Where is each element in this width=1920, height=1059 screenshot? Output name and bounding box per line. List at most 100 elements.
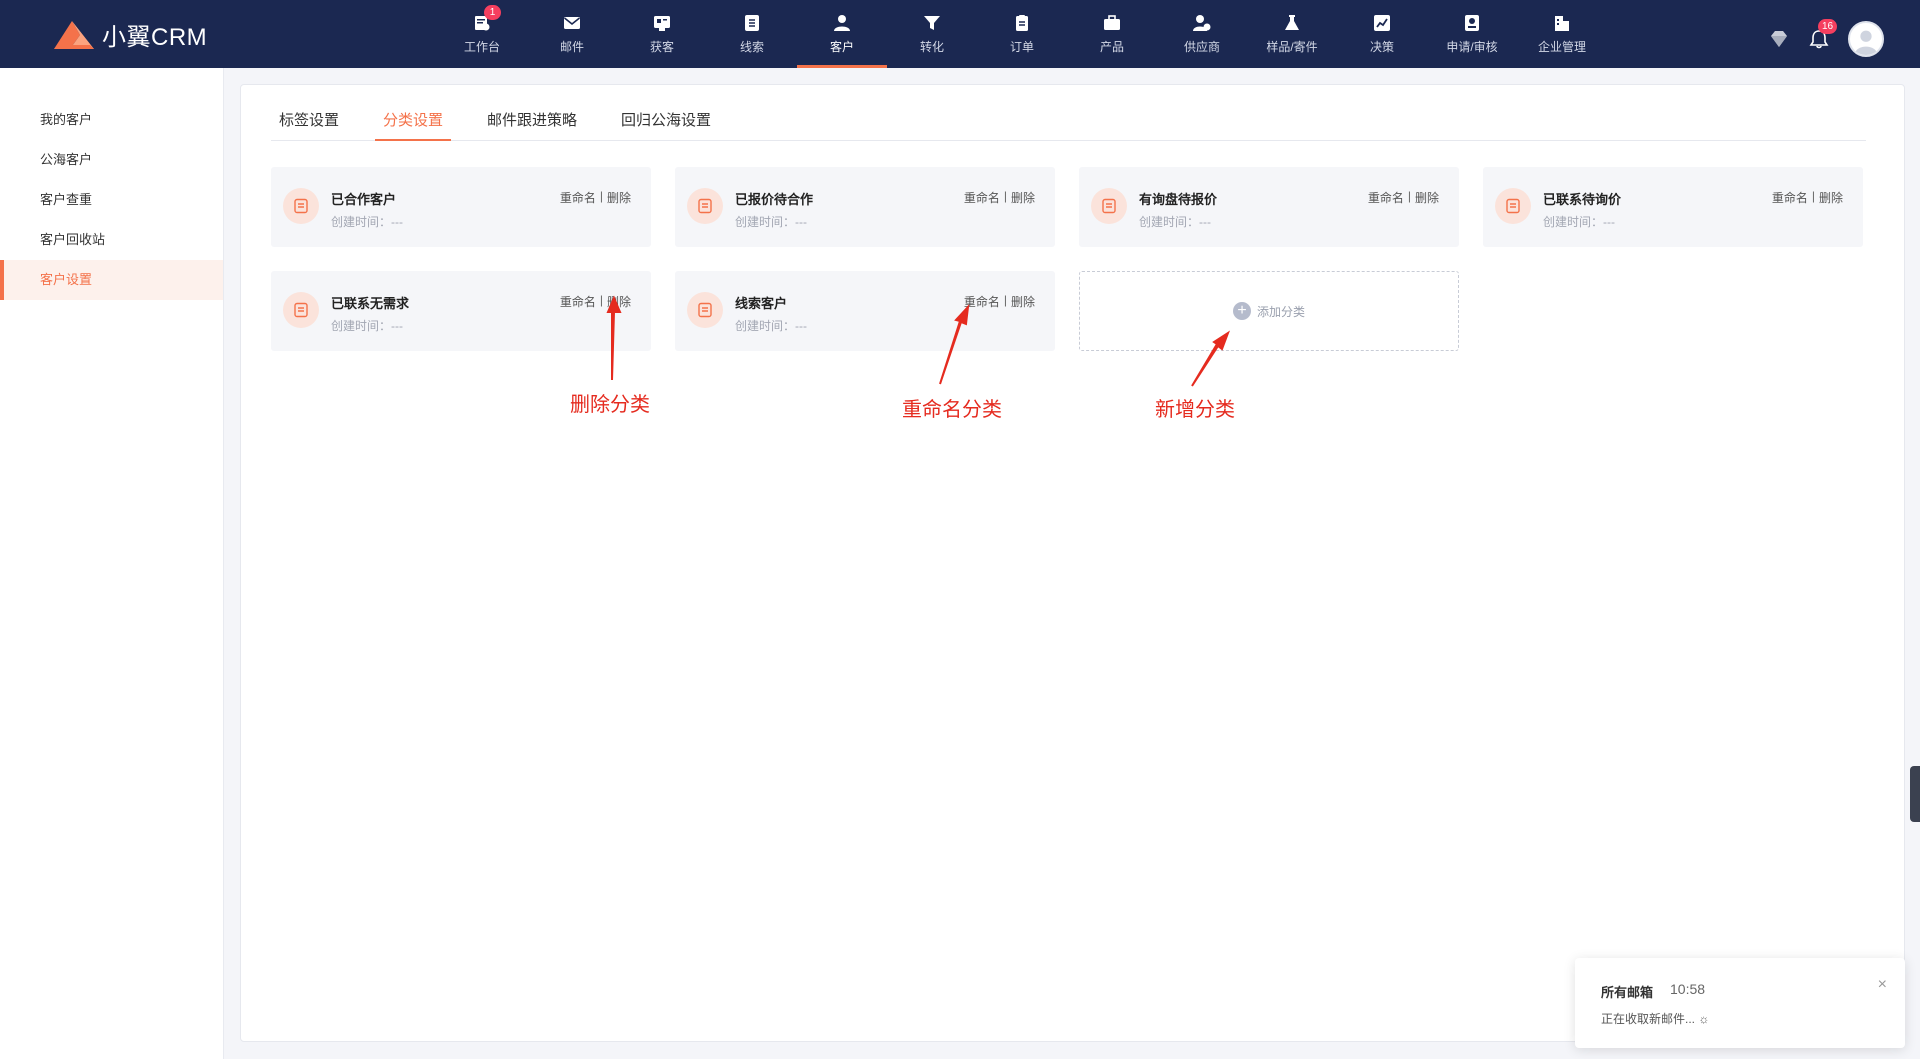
top-right-tools: 16 xyxy=(1768,19,1884,58)
delete-button[interactable]: 删除 xyxy=(607,293,631,310)
category-icon-wrap xyxy=(687,188,723,224)
rename-annotation: 重命名分类 xyxy=(902,399,1002,421)
nav-item-decisions[interactable]: 决策 xyxy=(1337,0,1427,68)
category-title: 线索客户 xyxy=(735,296,788,311)
delete-button[interactable]: 删除 xyxy=(1415,189,1439,206)
nav-item-customers[interactable]: 客户 xyxy=(797,0,887,68)
category-card: 已报价待合作 创建时间：--- 重命名 | 删除 xyxy=(675,167,1055,247)
nav-item-conversion[interactable]: 转化 xyxy=(887,0,977,68)
logo-icon xyxy=(54,21,94,49)
sidebar-item-customer-settings[interactable]: 客户设置 xyxy=(0,260,223,300)
nav-label: 样品/寄件 xyxy=(1266,40,1318,54)
top-navbar: 小翼CRM 1 工作台 邮件 获客 线索 客户 转化 订单 产品 供应商 样品/… xyxy=(0,0,1920,68)
nav-label: 获客 xyxy=(649,40,674,54)
nav-item-workbench[interactable]: 1 工作台 xyxy=(437,0,527,68)
rename-button[interactable]: 重命名 xyxy=(560,293,596,310)
logo-text: 小翼CRM xyxy=(102,23,208,51)
sidebar-item-public-customers[interactable]: 公海客户 xyxy=(0,140,223,180)
action-separator: | xyxy=(599,189,603,203)
document-icon xyxy=(1506,198,1520,214)
category-card: 已联系待询价 创建时间：--- 重命名 | 删除 xyxy=(1483,167,1863,247)
mail-sync-toast: 所有邮箱 10:58 正在收取新邮件... ☼ × xyxy=(1575,958,1905,1048)
sidebar-item-my-customers[interactable]: 我的客户 xyxy=(0,100,223,140)
notification-badge: 16 xyxy=(1818,19,1838,34)
nav-item-products[interactable]: 产品 xyxy=(1067,0,1157,68)
category-icon-wrap xyxy=(1091,188,1127,224)
category-title: 已联系待询价 xyxy=(1543,192,1622,207)
category-title: 有询盘待报价 xyxy=(1139,192,1218,207)
category-icon-wrap xyxy=(1495,188,1531,224)
category-card: 有询盘待报价 创建时间：--- 重命名 | 删除 xyxy=(1079,167,1459,247)
delete-button[interactable]: 删除 xyxy=(1011,293,1035,310)
nav-item-approvals[interactable]: 申请/审核 xyxy=(1427,0,1517,68)
mail-icon xyxy=(564,17,580,29)
delete-button[interactable]: 删除 xyxy=(1011,189,1035,206)
rename-button[interactable]: 重命名 xyxy=(1772,189,1808,206)
nav-item-mail[interactable]: 邮件 xyxy=(527,0,617,68)
workbench-badge: 1 xyxy=(484,5,501,20)
nav-label: 产品 xyxy=(1099,40,1124,54)
category-created-time: 创建时间：--- xyxy=(735,319,807,333)
category-icon-wrap xyxy=(283,188,319,224)
leads-icon xyxy=(745,15,759,31)
category-created-time: 创建时间：--- xyxy=(1139,215,1211,229)
action-separator: | xyxy=(1003,189,1007,203)
rename-button[interactable]: 重命名 xyxy=(964,293,1000,310)
briefcase-icon xyxy=(1104,15,1120,30)
toast-title: 所有邮箱 xyxy=(1601,985,1654,1000)
category-created-time: 创建时间：--- xyxy=(735,215,807,229)
category-title: 已合作客户 xyxy=(331,192,397,207)
add-annotation: 新增分类 xyxy=(1155,399,1235,421)
tab-email-followup[interactable]: 邮件跟进策略 xyxy=(479,109,585,140)
delete-button[interactable]: 删除 xyxy=(1819,189,1843,206)
tab-tag-settings[interactable]: 标签设置 xyxy=(271,109,347,140)
chart-icon xyxy=(1374,15,1390,31)
app-logo[interactable]: 小翼CRM xyxy=(50,16,207,52)
approval-icon xyxy=(1465,15,1479,31)
nav-label: 客户 xyxy=(829,40,854,54)
nav-label: 转化 xyxy=(919,40,944,54)
toast-subtitle: 正在收取新邮件... ☼ xyxy=(1601,1012,1710,1026)
category-actions: 重命名 | 删除 xyxy=(964,293,1035,310)
diamond-icon[interactable] xyxy=(1768,28,1790,50)
delete-button[interactable]: 删除 xyxy=(607,189,631,206)
rename-button[interactable]: 重命名 xyxy=(964,189,1000,206)
sidebar-item-duplicate-check[interactable]: 客户查重 xyxy=(0,180,223,220)
rename-button[interactable]: 重命名 xyxy=(1368,189,1404,206)
nav-item-leads[interactable]: 线索 xyxy=(707,0,797,68)
user-avatar[interactable] xyxy=(1848,21,1884,57)
document-icon xyxy=(698,198,712,214)
nav-item-suppliers[interactable]: 供应商 xyxy=(1157,0,1247,68)
action-separator: | xyxy=(599,293,603,307)
category-created-time: 创建时间：--- xyxy=(1543,215,1615,229)
notification-button[interactable]: 16 xyxy=(1808,19,1838,50)
category-created-time: 创建时间：--- xyxy=(331,319,403,333)
document-icon xyxy=(698,302,712,318)
tab-category-settings[interactable]: 分类设置 xyxy=(375,109,452,141)
category-actions: 重命名 | 删除 xyxy=(1772,189,1843,206)
nav-label: 工作台 xyxy=(463,40,500,54)
nav-item-samples[interactable]: 样品/寄件 xyxy=(1247,0,1337,68)
nav-label: 申请/审核 xyxy=(1446,40,1498,54)
side-scroll-handle[interactable] xyxy=(1910,766,1920,822)
category-card: 线索客户 创建时间：--- 重命名 | 删除 xyxy=(675,271,1055,351)
document-icon xyxy=(294,198,308,214)
rename-button[interactable]: 重命名 xyxy=(560,189,596,206)
nav-item-orders[interactable]: 订单 xyxy=(977,0,1067,68)
nav-item-acquisition[interactable]: 获客 xyxy=(617,0,707,68)
main-nav: 1 工作台 邮件 获客 线索 客户 转化 订单 产品 供应商 样品/寄件 决策 … xyxy=(437,0,1607,68)
document-icon xyxy=(294,302,308,318)
action-separator: | xyxy=(1407,189,1411,203)
tab-return-public[interactable]: 回归公海设置 xyxy=(613,109,719,140)
clipboard-icon xyxy=(1016,15,1028,31)
main-panel: 标签设置 分类设置 邮件跟进策略 回归公海设置 已合作客户 创建时间：--- 重… xyxy=(240,84,1905,1042)
close-icon[interactable]: × xyxy=(1878,976,1887,994)
category-actions: 重命名 | 删除 xyxy=(560,293,631,310)
nav-label: 决策 xyxy=(1369,40,1394,54)
add-category-button[interactable]: + 添加分类 xyxy=(1079,271,1459,351)
sidebar-item-recycle-bin[interactable]: 客户回收站 xyxy=(0,220,223,260)
action-separator: | xyxy=(1003,293,1007,307)
nav-label: 邮件 xyxy=(559,40,584,54)
nav-item-enterprise[interactable]: 企业管理 xyxy=(1517,0,1607,68)
sidebar: 我的客户 公海客户 客户查重 客户回收站 客户设置 xyxy=(0,68,224,1059)
